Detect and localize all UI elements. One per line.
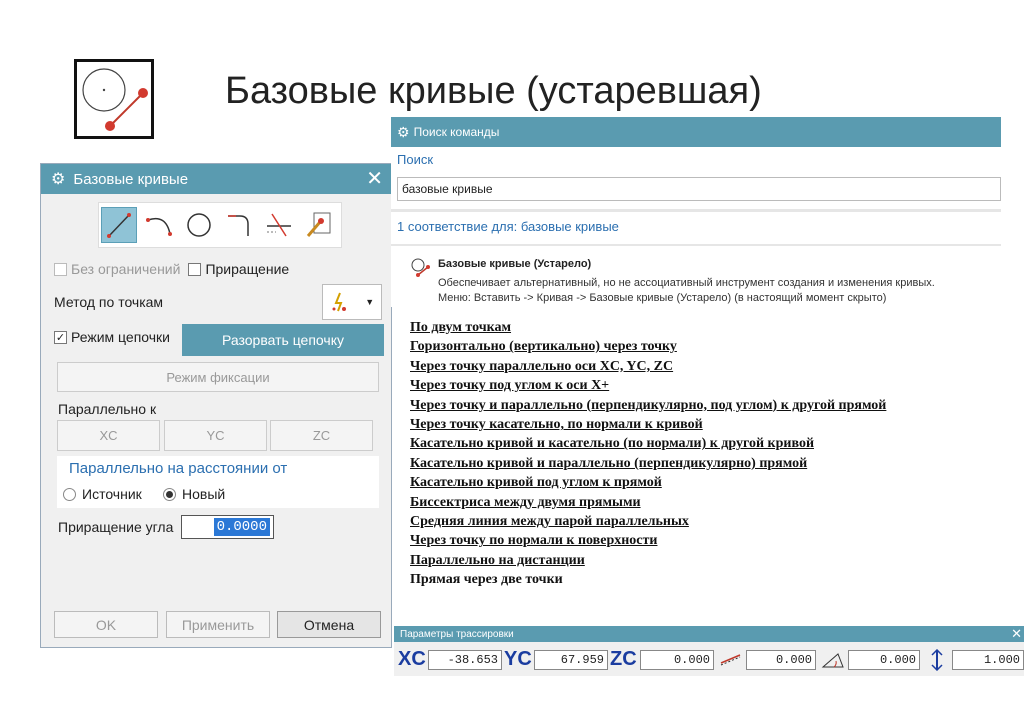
tracking-fields: XC -38.653 YC 67.959 ZC 0.000 0.000 0.00… (398, 648, 1024, 671)
search-titlebar: ⚙ Поиск команды (391, 117, 1001, 147)
point-method-dropdown[interactable]: ▼ (322, 284, 382, 320)
list-item: Через точку под углом к оси X+ (410, 378, 610, 394)
angle-increment-label: Приращение угла (58, 519, 174, 535)
list-item: Параллельно на дистанции (410, 552, 585, 568)
list-item: По двум точкам (410, 320, 512, 335)
search-title: Поиск команды (413, 125, 500, 139)
divider (391, 244, 1001, 246)
angle-increment-value: 0.0000 (213, 518, 270, 536)
list-item: Средняя линия между парой параллельных (410, 514, 689, 530)
tracking-titlebar: Параметры трассировки ✕ (394, 626, 1024, 642)
result-title[interactable]: Базовые кривые (Устарело) (438, 258, 591, 270)
list-item: Через точку по нормали к поверхности (410, 533, 658, 549)
command-search-panel: ⚙ Поиск команды Поиск базовые кривые 1 с… (391, 117, 1001, 307)
tracking-bar: Параметры трассировки ✕ XC -38.653 YC 67… (394, 626, 1024, 676)
list-item: Через точку и параллельно (перпендикуляр… (410, 397, 887, 413)
offset-icon (922, 648, 952, 671)
result-curve-icon (409, 257, 431, 282)
list-item: Прямая через две точки (410, 572, 563, 588)
chevron-down-icon: ▼ (365, 297, 375, 307)
zc-field[interactable]: 0.000 (640, 649, 714, 670)
source-radio[interactable] (63, 487, 76, 501)
new-radio[interactable] (163, 487, 176, 501)
line-icon[interactable] (101, 207, 137, 243)
angle-icon (818, 651, 848, 669)
close-icon[interactable]: ✕ (366, 166, 383, 191)
circle-icon[interactable] (181, 207, 217, 243)
dialog-titlebar: ⚙ Базовые кривые ✕ (41, 164, 391, 194)
zc-button[interactable]: ZC (270, 420, 373, 451)
new-option[interactable]: Новый (163, 486, 225, 502)
edit-params-icon[interactable] (301, 207, 337, 243)
ok-button[interactable]: OK (54, 611, 158, 638)
point-method-label: Метод по точкам (54, 294, 164, 310)
yc-button[interactable]: YC (164, 420, 267, 451)
list-item: Биссектриса между двумя прямыми (410, 494, 641, 510)
chain-mode-label: Режим цепочки (71, 329, 170, 345)
xc-label: XC (398, 648, 426, 670)
angle-field[interactable]: 0.000 (848, 649, 920, 670)
list-item: Горизонтально (вертикально) через точку (410, 339, 677, 355)
dialog-title: Базовые кривые (73, 170, 189, 188)
list-item: Касательно кривой под углом к прямой (410, 475, 662, 491)
trim-icon[interactable] (261, 207, 297, 243)
tracking-title: Параметры трассировки (400, 628, 514, 640)
gear-icon[interactable]: ⚙ (51, 169, 65, 189)
curve-type-toolbar (98, 202, 342, 248)
match-count: 1 соответствие для: базовые кривые (397, 219, 619, 234)
angle-increment-input[interactable]: 0.0000 (181, 515, 274, 539)
chain-mode-checkbox[interactable]: ✓ (54, 330, 67, 344)
source-label: Источник (82, 486, 142, 502)
increment-label: Приращение (205, 261, 290, 277)
unbounded-row: Без ограничений Приращение (54, 261, 289, 277)
divider (391, 209, 1001, 212)
unbounded-checkbox[interactable] (54, 262, 67, 276)
break-chain-button[interactable]: Разорвать цепочку (182, 324, 384, 356)
unbounded-label: Без ограничений (71, 261, 181, 277)
result-menu-path: Меню: Вставить -> Кривая -> Базовые крив… (438, 292, 887, 304)
parallel-distance-group: Параллельно на расстоянии от Источник Но… (57, 456, 379, 508)
parallel-distance-title: Параллельно на расстоянии от (69, 460, 288, 477)
xc-field[interactable]: -38.653 (428, 649, 502, 670)
gear-icon[interactable]: ⚙ (397, 124, 410, 141)
slide-title: Базовые кривые (устаревшая) (225, 70, 762, 112)
list-item: Касательно кривой и касательно (по норма… (410, 436, 815, 452)
search-input[interactable]: базовые кривые (397, 177, 1001, 201)
apply-button[interactable]: Применить (166, 611, 270, 638)
close-icon[interactable]: ✕ (1011, 626, 1022, 642)
offset-field[interactable]: 1.000 (952, 649, 1024, 670)
parallel-to-label: Параллельно к (58, 401, 157, 417)
source-option[interactable]: Источник (63, 486, 142, 502)
search-label: Поиск (397, 152, 434, 167)
fillet-icon[interactable] (221, 207, 257, 243)
yc-label: YC (504, 648, 532, 670)
point-method-icon (332, 292, 346, 312)
list-item: Через точку касательно, по нормали к кри… (410, 417, 703, 433)
xc-button[interactable]: XC (57, 420, 160, 451)
list-item: Касательно кривой и параллельно (перпенд… (410, 455, 808, 471)
length-icon (716, 651, 746, 669)
yc-field[interactable]: 67.959 (534, 649, 608, 670)
basic-curves-dialog: ⚙ Базовые кривые ✕ Без ограничений Прира… (40, 163, 392, 648)
length-field[interactable]: 0.000 (746, 649, 816, 670)
basic-curves-icon (74, 59, 154, 139)
lock-mode-button[interactable]: Режим фиксации (57, 362, 379, 392)
chain-mode-row: ✓ Режим цепочки (54, 329, 170, 345)
result-description: Обеспечивает альтернативный, но не ассоц… (438, 277, 935, 289)
arc-icon[interactable] (141, 207, 177, 243)
list-item: Через точку параллельно оси XC, YC, ZC (410, 358, 674, 374)
cancel-button[interactable]: Отмена (277, 611, 381, 638)
new-label: Новый (182, 486, 226, 502)
zc-label: ZC (610, 648, 637, 670)
increment-checkbox[interactable] (188, 262, 202, 276)
methods-list: По двум точкам Горизонтально (вертикальн… (410, 318, 886, 590)
